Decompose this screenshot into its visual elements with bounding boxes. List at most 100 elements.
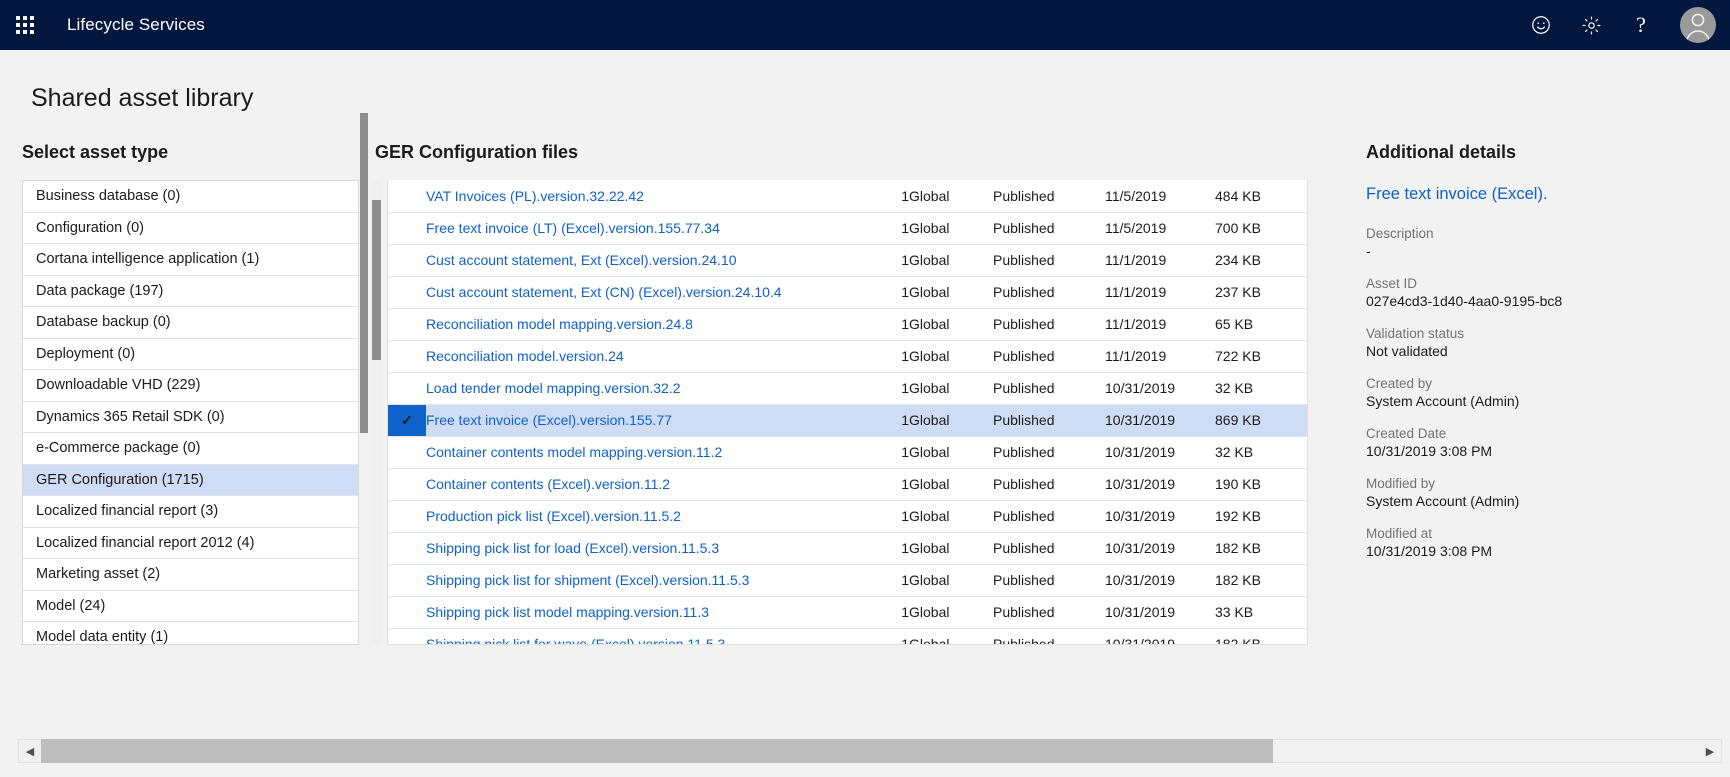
file-name-link[interactable]: Load tender model mapping.version.32.2 (426, 380, 681, 396)
table-row[interactable]: Cust account statement, Ext (Excel).vers… (388, 244, 1307, 277)
file-name-cell[interactable]: Shipping pick list for shipment (Excel).… (426, 564, 875, 597)
sidebar-item[interactable]: Model (24) (23, 591, 358, 622)
scroll-right-arrow-icon[interactable]: ▶ (1699, 745, 1721, 758)
file-name-cell[interactable]: VAT Invoices (PL).version.32.22.42 (426, 180, 875, 213)
table-row[interactable]: Cust account statement, Ext (CN) (Excel)… (388, 276, 1307, 309)
file-name-link[interactable]: Free text invoice (LT) (Excel).version.1… (426, 220, 720, 236)
file-grid-scroll-thumb[interactable] (372, 200, 381, 360)
table-row[interactable]: Load tender model mapping.version.32.2 1 G… (388, 372, 1307, 405)
row-select-checkbox[interactable] (388, 564, 426, 597)
file-name-cell[interactable]: Container contents model mapping.version… (426, 436, 875, 469)
file-name-cell[interactable]: Reconciliation model mapping.version.24.… (426, 308, 875, 341)
row-select-checkbox[interactable] (388, 308, 426, 341)
row-select-checkbox[interactable] (388, 436, 426, 469)
row-select-checkbox[interactable] (388, 276, 426, 309)
detail-asset-name-link[interactable]: Free text invoice (Excel). (1366, 185, 1730, 204)
file-name-cell[interactable]: Shipping pick list for load (Excel).vers… (426, 532, 875, 565)
file-name-link[interactable]: Reconciliation model mapping.version.24.… (426, 316, 693, 332)
file-name-link[interactable]: Free text invoice (Excel).version.155.77 (426, 412, 672, 428)
detail-field: Description - (1366, 226, 1730, 259)
row-select-checkbox[interactable] (388, 532, 426, 565)
file-name-link[interactable]: Container contents (Excel).version.11.2 (426, 476, 670, 492)
file-name-cell[interactable]: Shipping pick list model mapping.version… (426, 596, 875, 629)
smiley-feedback-icon[interactable] (1516, 0, 1566, 50)
sidebar-item[interactable]: Dynamics 365 Retail SDK (0) (23, 402, 358, 433)
table-row[interactable]: Shipping pick list model mapping.version… (388, 596, 1307, 629)
scope-cell: Global (909, 404, 993, 437)
file-name-link[interactable]: Shipping pick list model mapping.version… (426, 604, 709, 620)
version-cell: 1 (875, 468, 909, 501)
sidebar-item[interactable]: Marketing asset (2) (23, 559, 358, 591)
sidebar-item[interactable]: Model data entity (1) (23, 622, 358, 644)
file-name-cell[interactable]: Shipping pick list for wave (Excel).vers… (426, 628, 875, 644)
row-select-checkbox[interactable]: ✓ (388, 404, 426, 437)
table-row[interactable]: Shipping pick list for load (Excel).vers… (388, 532, 1307, 565)
sidebar-item[interactable]: Localized financial report 2012 (4) (23, 528, 358, 559)
table-row[interactable]: Shipping pick list for wave (Excel).vers… (388, 628, 1307, 644)
user-avatar-icon[interactable] (1680, 7, 1716, 43)
version-cell: 1 (875, 500, 909, 533)
file-name-cell[interactable]: Load tender model mapping.version.32.2 (426, 372, 875, 405)
table-row[interactable]: VAT Invoices (PL).version.32.22.42 1 Globa… (388, 180, 1307, 213)
sidebar-item[interactable]: Configuration (0) (23, 213, 358, 244)
sidebar-item[interactable]: e-Commerce package (0) (23, 433, 358, 465)
file-name-link[interactable]: Container contents model mapping.version… (426, 444, 722, 460)
file-name-cell[interactable]: Cust account statement, Ext (CN) (Excel)… (426, 276, 875, 309)
app-launcher-icon[interactable] (14, 14, 36, 36)
table-row[interactable]: Container contents (Excel).version.11.2 1… (388, 468, 1307, 501)
horizontal-scrollbar[interactable]: ◀ ▶ (18, 739, 1722, 763)
file-name-link[interactable]: Cust account statement, Ext (Excel).vers… (426, 252, 736, 268)
file-name-cell[interactable]: Reconciliation model.version.24 (426, 340, 875, 373)
horizontal-scroll-track[interactable] (41, 739, 1699, 763)
row-select-checkbox[interactable] (388, 596, 426, 629)
file-name-cell[interactable]: Free text invoice (LT) (Excel).version.1… (426, 212, 875, 245)
table-row[interactable]: Shipping pick list for shipment (Excel).… (388, 564, 1307, 597)
file-name-link[interactable]: Shipping pick list for wave (Excel).vers… (426, 636, 725, 644)
detail-field-label: Validation status (1366, 326, 1465, 341)
file-grid-scrollbar[interactable] (372, 180, 381, 645)
file-name-link[interactable]: Production pick list (Excel).version.11.… (426, 508, 681, 524)
sidebar-item[interactable]: Localized financial report (3) (23, 496, 358, 528)
file-name-cell[interactable]: Container contents (Excel).version.11.2 (426, 468, 875, 501)
row-select-checkbox[interactable] (388, 628, 426, 644)
sidebar-item[interactable]: Data package (197) (23, 276, 358, 307)
date-cell: 11/1/2019 (1105, 340, 1215, 373)
table-row[interactable]: Production pick list (Excel).version.11.… (388, 500, 1307, 533)
file-name-link[interactable]: VAT Invoices (PL).version.32.22.42 (426, 188, 644, 204)
row-select-checkbox[interactable] (388, 468, 426, 501)
row-select-checkbox[interactable] (388, 180, 426, 213)
file-name-link[interactable]: Reconciliation model.version.24 (426, 348, 624, 364)
file-name-cell[interactable]: Production pick list (Excel).version.11.… (426, 500, 875, 533)
file-name-cell[interactable]: Cust account statement, Ext (Excel).vers… (426, 244, 875, 277)
sidebar-item[interactable]: Database backup (0) (23, 307, 358, 339)
table-row[interactable]: Reconciliation model mapping.version.24.… (388, 308, 1307, 341)
file-name-link[interactable]: Shipping pick list for load (Excel).vers… (426, 540, 719, 556)
horizontal-scroll-thumb[interactable] (41, 739, 1273, 763)
row-select-checkbox[interactable] (388, 500, 426, 533)
status-cell: Published (993, 372, 1105, 405)
sidebar-item[interactable]: GER Configuration (1715) (23, 464, 358, 496)
table-row[interactable]: Free text invoice (LT) (Excel).version.1… (388, 212, 1307, 245)
sidebar-item[interactable]: Business database (0) (23, 181, 358, 213)
file-name-link[interactable]: Cust account statement, Ext (CN) (Excel)… (426, 284, 782, 300)
row-select-checkbox[interactable] (388, 244, 426, 277)
file-name-cell[interactable]: Free text invoice (Excel).version.155.77 (426, 404, 875, 437)
sidebar-item[interactable]: Downloadable VHD (229) (23, 370, 358, 402)
row-select-checkbox[interactable] (388, 212, 426, 245)
table-row[interactable]: Container contents model mapping.version… (388, 436, 1307, 469)
asset-type-heading: Select asset type (22, 142, 169, 162)
file-name-link[interactable]: Shipping pick list for shipment (Excel).… (426, 572, 749, 588)
row-select-checkbox[interactable] (388, 372, 426, 405)
scroll-left-arrow-icon[interactable]: ◀ (19, 745, 41, 758)
table-row[interactable]: ✓ Free text invoice (Excel).version.155.7… (388, 404, 1307, 437)
help-question-icon[interactable]: ? (1616, 0, 1666, 50)
gear-settings-icon[interactable] (1566, 0, 1616, 50)
version-cell: 1 (875, 244, 909, 277)
status-cell: Published (993, 308, 1105, 341)
asset-type-list[interactable]: Business database (0) Configuration (0) Co… (22, 180, 359, 645)
sidebar-item[interactable]: Cortana intelligence application (1) (23, 244, 358, 276)
version-cell: 1 (875, 404, 909, 437)
row-select-checkbox[interactable] (388, 340, 426, 373)
sidebar-item[interactable]: Deployment (0) (23, 339, 358, 370)
table-row[interactable]: Reconciliation model.version.24 1 Global Pu… (388, 340, 1307, 373)
